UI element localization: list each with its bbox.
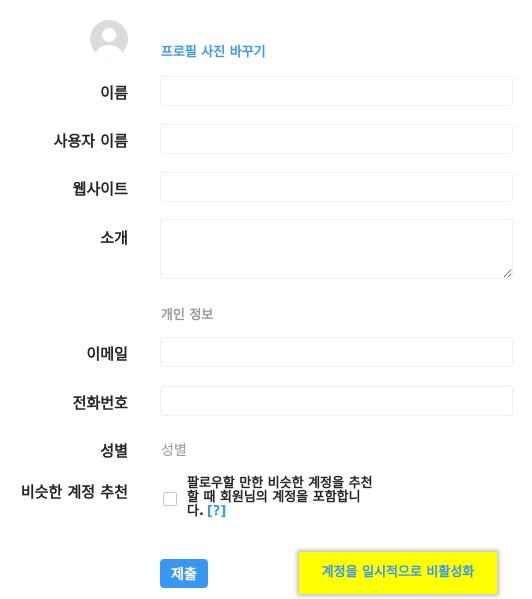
phone-field[interactable] [160, 386, 513, 416]
phone-label: 전화번호 [72, 394, 128, 412]
avatar[interactable] [90, 20, 128, 58]
help-link[interactable]: [?] [207, 504, 226, 519]
email-field[interactable] [160, 337, 513, 367]
suggestions-checkbox[interactable] [163, 492, 177, 506]
name-label: 이름 [100, 84, 128, 102]
default-avatar-icon [90, 20, 128, 58]
deactivate-account-link[interactable]: 계정을 일시적으로 비활성화 [299, 552, 497, 594]
username-field[interactable] [160, 124, 513, 154]
gender-label: 성별 [100, 442, 128, 460]
name-field[interactable] [160, 76, 513, 106]
change-profile-photo-link[interactable]: 프로필 사진 바꾸기 [161, 41, 266, 60]
gender-select[interactable]: 성별 [161, 440, 187, 460]
bio-label: 소개 [100, 229, 128, 247]
email-label: 이메일 [86, 345, 128, 363]
private-info-title: 개인 정보 [161, 308, 214, 323]
website-label: 웹사이트 [72, 180, 128, 198]
suggestions-description: 팔로우할 만한 비슷한 계정을 추천할 때 회원님의 계정을 포함합니다. [?] [187, 477, 377, 519]
submit-button[interactable]: 제출 [160, 559, 208, 588]
bio-field[interactable] [160, 219, 513, 279]
similar-account-suggestions-label: 비슷한 계정 추천 [20, 483, 128, 501]
username-label: 사용자 이름 [53, 132, 128, 150]
website-field[interactable] [160, 172, 513, 202]
